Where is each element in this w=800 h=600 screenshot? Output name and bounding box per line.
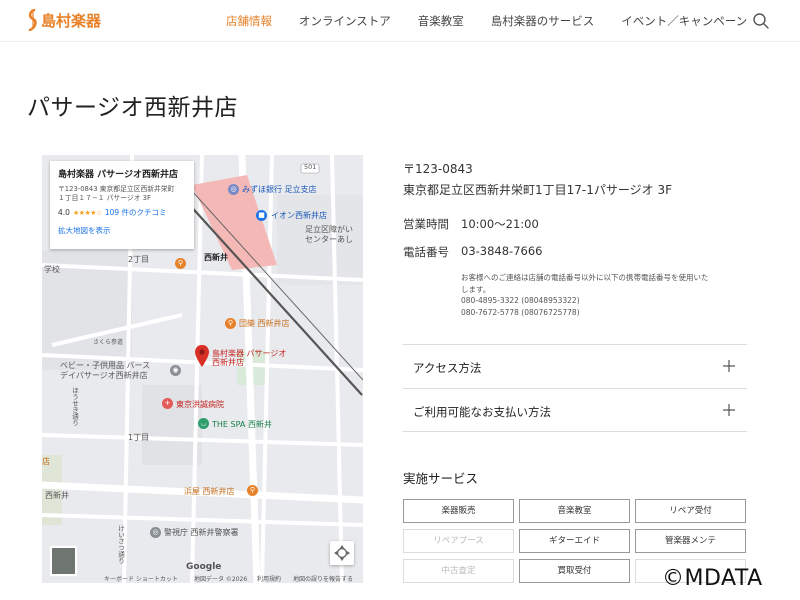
contact-note: お客様へのご連絡は店舗の電話番号以外に以下の携帯電話番号を使用いた します。 0… [403, 272, 747, 319]
aeon-label: イオン西新井店 [271, 211, 327, 220]
hours-label: 営業時間 [403, 217, 449, 231]
restaurant-icon: ⚲ [175, 258, 186, 269]
store-pin-label-2: 西新井店 [212, 358, 244, 367]
road-label-vertical-2: けいさつ通り [116, 525, 125, 564]
services-title: 実施サービス [403, 471, 479, 486]
rating-value: 4.0 [58, 208, 70, 218]
locate-icon[interactable] [330, 541, 354, 565]
side-store-label: 店 [42, 457, 50, 466]
mobile-number-2: 080-7672-5778 (08076725778) [461, 307, 580, 317]
card-address-line2: １丁目１７−１ パサージオ 3F [58, 194, 151, 203]
service-repair-booth: リペアブース [403, 529, 514, 553]
service-guitar-aid: ギターエイド [519, 529, 630, 553]
station-label: 西新井 [204, 253, 228, 262]
road-number-label: 501 [304, 163, 317, 171]
expand-map-link[interactable]: 拡大地図を表示 [58, 225, 186, 236]
shopping-icon: ■ [256, 210, 267, 221]
hours-row: 営業時間 10:00〜21:00 [403, 216, 747, 232]
search-icon[interactable] [752, 12, 770, 30]
phone-row: 電話番号 03-3848-7666 [403, 244, 747, 260]
logo-mark-icon [28, 9, 37, 31]
service-used-appraisal: 中古査定 [403, 559, 514, 583]
service-purchase: 買取受付 [519, 559, 630, 583]
store-info: 〒123-0843 東京都足立区西新井栄町1丁目17-1パサージオ 3F 営業時… [403, 160, 747, 319]
store-address: 東京都足立区西新井栄町1丁目17-1パサージオ 3F [403, 183, 672, 197]
postal-code: 〒123-0843 [403, 162, 473, 176]
card-address: 〒123-0843 東京都足立区西新井栄町 １丁目１７−１ パサージオ 3F [58, 185, 186, 203]
logo[interactable]: 島村楽器 [26, 9, 101, 31]
hours-value: 10:00〜21:00 [461, 217, 539, 231]
sakura-road-label: さくら参道 [93, 339, 124, 346]
contact-note-line2: します。 [461, 284, 491, 294]
service-repair: リペア受付 [635, 499, 746, 523]
nav-events[interactable]: イベント／キャンペーン [621, 13, 747, 29]
service-wind-maintenance: 管楽器メンテ [635, 529, 746, 553]
bank-label: みずほ銀行 足立支店 [242, 185, 317, 194]
main-nav: 店舗情報 オンラインストア 音楽教室 島村楽器のサービス イベント／キャンペーン [226, 13, 774, 29]
hospital-label: 東京洪誠病院 [176, 400, 224, 409]
store-map-pin-icon[interactable] [195, 345, 209, 367]
payment-accordion[interactable]: ご利用可能なお支払い方法 [403, 388, 747, 432]
payment-accordion-title: ご利用可能なお支払い方法 [413, 405, 551, 419]
site-header: 島村楽器 店舗情報 オンラインストア 音楽教室 島村楽器のサービス イベント／キ… [0, 0, 800, 42]
nav-music-school[interactable]: 音楽教室 [418, 13, 464, 29]
danran-label: 団欒 西新井店 [239, 319, 290, 328]
phone-value[interactable]: 03-3848-7666 [461, 244, 542, 260]
star-rating-icon: ★★★★☆ [72, 208, 102, 217]
map-data-label: 地図データ ©2026 [194, 576, 248, 583]
report-error-link[interactable]: 地図の誤りを報告する [293, 574, 353, 583]
block-2-label: 2丁目 [128, 255, 150, 264]
store-pin-label-1: 島村楽器 パサージオ [212, 349, 287, 358]
spa-icon: ◡ [198, 418, 209, 429]
service-music-school: 音楽教室 [519, 499, 630, 523]
card-rating: 4.0 ★★★★☆ 109 件のクチコミ [58, 207, 186, 218]
phone-label: 電話番号 [403, 245, 449, 259]
logo-text: 島村楽器 [41, 11, 102, 30]
hamaya-label: 浜屋 西新井店 [184, 487, 235, 496]
contact-note-line1: お客様へのご連絡は店舗の電話番号以外に以下の携帯電話番号を使用いた [461, 273, 709, 282]
map-info-card: 島村楽器 パサージオ西新井店 〒123-0843 東京都足立区西新井栄町 １丁目… [50, 161, 194, 249]
restaurant-icon-2: ⚲ [225, 318, 236, 329]
access-accordion-title: アクセス方法 [413, 361, 482, 375]
plus-icon [723, 360, 735, 372]
shopping-bag-icon: ◉ [170, 365, 181, 376]
google-logo: Google [186, 562, 222, 572]
ward-label-2: センターあし [305, 235, 353, 244]
keyboard-shortcut-link[interactable]: キーボード ショートカット [104, 574, 178, 583]
baby-store-label-1: ベビー・子供用品 バース [60, 361, 151, 370]
police-label: 警視庁 西新井警察署 [164, 528, 239, 537]
google-map[interactable]: 501 島村楽器 パサージオ西新井店 〒123-0843 東京都足立区西新井栄町… [42, 155, 363, 583]
block-1-label: 1丁目 [128, 433, 150, 442]
plus-icon [723, 404, 735, 416]
ward-label-1: 足立区障がい [305, 225, 353, 234]
access-accordion[interactable]: アクセス方法 [403, 344, 747, 388]
mobile-number-1: 080-4895-3322 (08048953322) [461, 296, 580, 306]
nav-store-info[interactable]: 店舗情報 [226, 13, 272, 29]
hospital-icon: + [162, 398, 173, 409]
nav-services[interactable]: 島村楽器のサービス [491, 13, 595, 29]
card-address-line1: 〒123-0843 東京都足立区西新井栄町 [58, 185, 175, 193]
nishiarai-label: 西新井 [45, 491, 69, 500]
baby-store-label-2: デイパサージオ西新井店 [60, 371, 148, 380]
map-footer: キーボード ショートカット 地図データ ©2026 利用規約 地図の誤りを報告す… [42, 572, 363, 583]
page-title: パサージオ西新井店 [27, 95, 239, 121]
watermark: ©MDATA [662, 566, 763, 591]
bank-icon: ◎ [228, 184, 239, 195]
school-label: 学校 [44, 265, 60, 274]
police-icon: ◎ [150, 527, 161, 538]
terms-link[interactable]: 利用規約 [257, 574, 281, 583]
service-instrument-sales: 楽器販売 [403, 499, 514, 523]
restaurant-icon-3: ⚲ [247, 485, 258, 496]
reviews-link[interactable]: 109 件のクチコミ [105, 207, 167, 218]
spa-label: THE SPA 西新井 [212, 420, 272, 429]
card-store-name: 島村楽器 パサージオ西新井店 [58, 170, 178, 180]
nav-online-store[interactable]: オンラインストア [299, 13, 391, 29]
road-label-vertical-1: ほうせき通り [70, 387, 79, 426]
